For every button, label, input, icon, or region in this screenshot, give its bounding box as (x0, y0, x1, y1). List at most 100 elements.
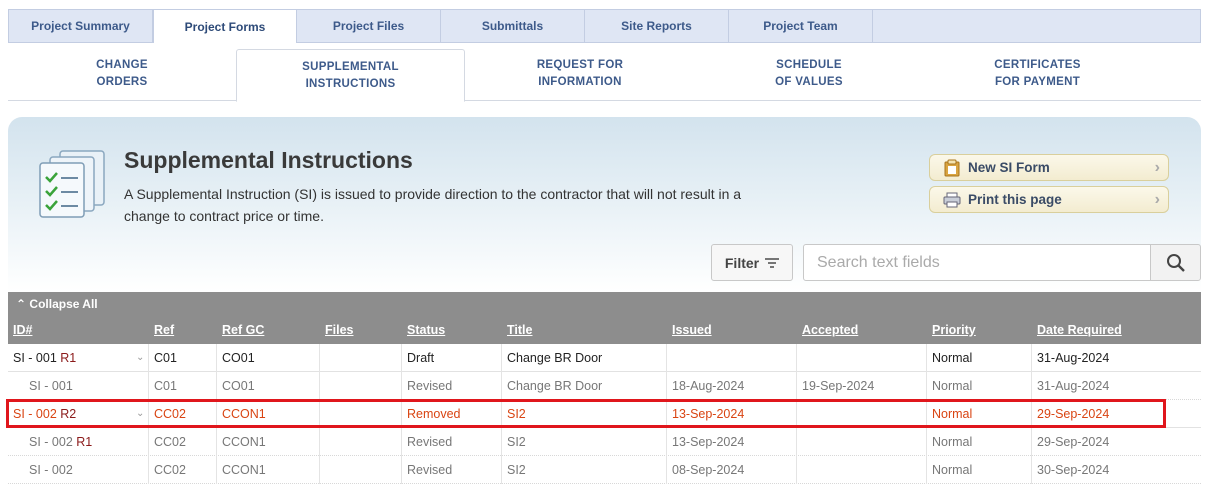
collapse-all-label: Collapse All (29, 297, 98, 311)
column-id[interactable]: ID# (13, 323, 32, 337)
si-id: SI - 001 (13, 351, 61, 365)
si-id: SI - 002 (13, 407, 61, 421)
column-divider (1031, 428, 1032, 456)
collapse-all-button[interactable]: ⌃ Collapse All (16, 297, 98, 311)
column-divider (501, 372, 502, 400)
tab-submittals[interactable]: Submittals (441, 10, 585, 42)
table-row[interactable]: SI - 001 C01 CO01 Revised Change BR Door 18-A… (8, 372, 1201, 400)
cell-title: Change BR Door (507, 351, 603, 365)
cell-status: Draft (407, 351, 435, 365)
chevron-right-icon: › (1154, 191, 1160, 208)
print-page-button[interactable]: Print this page › (929, 186, 1169, 213)
column-divider (501, 428, 502, 456)
cell-issued: 13-Sep-2024 (672, 407, 745, 421)
cell-id: SI - 002 (29, 456, 73, 484)
revision-tag: R1 (60, 351, 77, 365)
top-tab-bar: Project Summary Project Forms Project Fi… (8, 9, 1201, 43)
column-divider (148, 400, 149, 428)
sub-tab-bar: CHANGE ORDERS SUPPLEMENTAL INSTRUCTIONS … (8, 48, 1201, 102)
documents-checklist-icon (39, 150, 105, 218)
table-row[interactable]: SI - 001 R1 ⌄ C01 CO01 Draft Change BR Door No… (8, 344, 1201, 372)
cell-priority: Normal (932, 435, 973, 449)
filter-label: Filter (724, 254, 760, 271)
expand-chevron-icon[interactable]: ⌄ (136, 344, 144, 372)
column-divider (1031, 456, 1032, 484)
cell-priority: Normal (932, 351, 973, 365)
column-divider (501, 400, 502, 428)
cell-refgc: CCON1 (222, 407, 266, 421)
column-divider (401, 344, 402, 372)
column-status[interactable]: Status (407, 323, 445, 337)
cell-issued: 08-Sep-2024 (672, 463, 745, 477)
column-divider (148, 456, 149, 484)
column-priority[interactable]: Priority (932, 323, 976, 337)
column-divider (501, 456, 502, 484)
column-divider (666, 344, 667, 372)
revision-tag: R1 (76, 435, 93, 449)
page-description: A Supplemental Instruction (SI) is issue… (124, 186, 742, 224)
cell-date-required: 30-Sep-2024 (1037, 463, 1110, 477)
table-row[interactable]: SI - 002 CC02 CCON1 Revised SI2 08-Sep-2024 No… (8, 456, 1201, 484)
print-page-label: Print this page (968, 192, 1062, 207)
column-ref-gc[interactable]: Ref GC (222, 323, 264, 337)
cell-date-required: 31-Aug-2024 (1037, 379, 1110, 393)
column-divider (319, 372, 320, 400)
cell-id: SI - 002 R2 (13, 400, 76, 428)
column-ref[interactable]: Ref (154, 323, 174, 337)
column-issued[interactable]: Issued (672, 323, 712, 337)
printer-icon (940, 190, 964, 210)
table-row[interactable]: SI - 002 R1 CC02 CCON1 Revised SI2 13-Sep-202… (8, 428, 1201, 456)
cell-date-required: 29-Sep-2024 (1037, 435, 1110, 449)
cell-id: SI - 001 R1 (13, 344, 76, 372)
cell-status: Revised (407, 463, 453, 477)
column-divider (666, 456, 667, 484)
clipboard-icon (940, 158, 964, 178)
new-si-form-label: New SI Form (968, 160, 1050, 175)
si-id: SI - 002 (29, 463, 73, 477)
cell-accepted: 19-Sep-2024 (802, 379, 875, 393)
column-divider (148, 428, 149, 456)
column-divider (401, 400, 402, 428)
column-divider (319, 400, 320, 428)
subtab-request-for-information[interactable]: REQUEST FOR INFORMATION (465, 48, 695, 100)
column-divider (148, 344, 149, 372)
chevron-right-icon: › (1154, 159, 1160, 176)
column-divider (148, 372, 149, 400)
cell-priority: Normal (932, 407, 973, 421)
cell-ref: CC02 (154, 435, 186, 449)
column-accepted[interactable]: Accepted (802, 323, 858, 337)
cell-title: SI2 (507, 435, 526, 449)
tab-site-reports[interactable]: Site Reports (585, 10, 729, 42)
column-divider (926, 344, 927, 372)
column-title[interactable]: Title (507, 323, 532, 337)
expand-chevron-icon[interactable]: ⌄ (136, 400, 144, 428)
column-divider (666, 400, 667, 428)
header-panel: Supplemental Instructions A Supplemental… (8, 117, 1201, 292)
column-files[interactable]: Files (325, 323, 354, 337)
column-divider (216, 400, 217, 428)
subtab-certificates-for-payment[interactable]: CERTIFICATES FOR PAYMENT (923, 48, 1152, 100)
cell-title: SI2 (507, 407, 526, 421)
tab-project-summary[interactable]: Project Summary (9, 10, 153, 42)
cell-issued: 18-Aug-2024 (672, 379, 745, 393)
search-input[interactable] (803, 244, 1151, 281)
column-date-required[interactable]: Date Required (1037, 323, 1122, 337)
table-row[interactable]: SI - 002 R2 ⌄ CC02 CCON1 Removed SI2 13-Sep-20… (8, 400, 1201, 428)
column-divider (319, 428, 320, 456)
column-divider (796, 456, 797, 484)
cell-date-required: 31-Aug-2024 (1037, 351, 1110, 365)
new-si-form-button[interactable]: New SI Form › (929, 154, 1169, 181)
column-divider (926, 400, 927, 428)
filter-button[interactable]: Filter (711, 244, 793, 281)
tab-project-team[interactable]: Project Team (729, 10, 873, 42)
column-divider (926, 372, 927, 400)
cell-status: Revised (407, 435, 453, 449)
column-divider (216, 372, 217, 400)
subtab-supplemental-instructions[interactable]: SUPPLEMENTAL INSTRUCTIONS (236, 49, 465, 102)
tab-project-forms[interactable]: Project Forms (153, 9, 297, 43)
column-divider (216, 456, 217, 484)
subtab-schedule-of-values[interactable]: SCHEDULE OF VALUES (695, 48, 923, 100)
subtab-change-orders[interactable]: CHANGE ORDERS (8, 48, 236, 100)
search-button[interactable] (1150, 244, 1201, 281)
tab-project-files[interactable]: Project Files (297, 10, 441, 42)
